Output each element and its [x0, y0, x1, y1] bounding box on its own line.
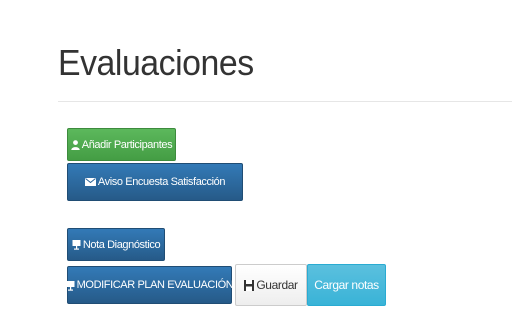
user-icon	[71, 139, 80, 150]
save-label: Guardar	[256, 278, 298, 292]
evaluations-page: Evaluaciones Añadir Participantes Aviso …	[0, 0, 512, 320]
envelope-icon	[84, 178, 96, 186]
clipboard-icon	[66, 280, 75, 291]
title-divider	[58, 101, 512, 102]
modify-plan-label: MODIFICAR PLAN EVALUACIÓN	[76, 279, 234, 291]
page-title: Evaluaciones	[58, 42, 254, 83]
diagnostic-grade-label: Nota Diagnóstico	[82, 238, 161, 251]
modify-plan-button[interactable]: MODIFICAR PLAN EVALUACIÓN	[66, 266, 234, 304]
load-grades-button[interactable]: Cargar notas	[307, 264, 386, 306]
save-button[interactable]: Guardar	[235, 264, 307, 306]
add-participants-label: Añadir Participantes	[81, 138, 173, 151]
add-participants-button[interactable]: Añadir Participantes	[67, 128, 176, 161]
floppy-disk-icon	[244, 279, 255, 291]
diagnostic-grade-button[interactable]: Nota Diagnóstico	[67, 228, 165, 261]
survey-notice-label: Aviso Encuesta Satisfacción	[97, 176, 226, 188]
load-grades-label: Cargar notas	[314, 278, 379, 292]
clipboard-icon	[72, 239, 81, 250]
survey-notice-button[interactable]: Aviso Encuesta Satisfacción	[67, 163, 243, 201]
